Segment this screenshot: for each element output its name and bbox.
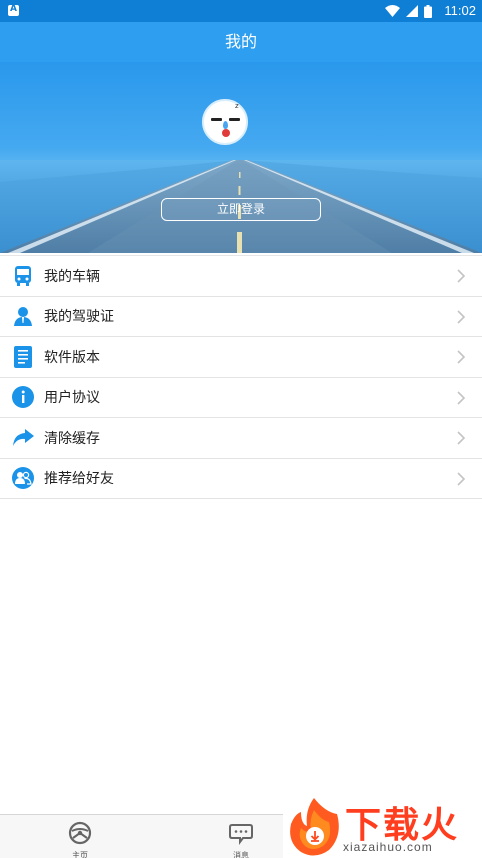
title-bar: 我的 bbox=[0, 22, 482, 62]
avatar-tear bbox=[223, 121, 228, 129]
tab-label: 主页 bbox=[72, 851, 88, 858]
avatar-eye-left bbox=[211, 118, 222, 121]
avatar-mouth bbox=[222, 129, 230, 137]
watermark: 下载火 xiazaihuo.com bbox=[283, 796, 482, 858]
signal-icon bbox=[406, 5, 418, 17]
menu-item-label: 我的车辆 bbox=[44, 268, 100, 285]
menu-item-my-license[interactable]: 我的驾驶证 bbox=[0, 297, 482, 337]
status-bar: 11:02 bbox=[0, 0, 482, 22]
user-license-icon bbox=[12, 305, 34, 327]
menu-item-my-vehicles[interactable]: 我的车辆 bbox=[0, 256, 482, 297]
menu-item-label: 推荐给好友 bbox=[44, 471, 114, 488]
login-button[interactable]: 立即登录 bbox=[161, 198, 321, 221]
menu-item-label: 软件版本 bbox=[44, 349, 100, 366]
settings-menu: 我的车辆 我的驾驶证 软件版本 用户协议 清除缓存 推荐给好友 bbox=[0, 255, 482, 499]
watermark-url: xiazaihuo.com bbox=[343, 840, 433, 854]
menu-item-label: 用户协议 bbox=[44, 390, 100, 407]
profile-banner: z 立即登录 bbox=[0, 62, 482, 253]
menu-item-clear-cache[interactable]: 清除缓存 bbox=[0, 418, 482, 459]
chevron-right-icon bbox=[457, 309, 466, 324]
menu-item-label: 我的驾驶证 bbox=[44, 309, 114, 326]
message-icon bbox=[229, 824, 253, 845]
menu-item-software-version[interactable]: 软件版本 bbox=[0, 337, 482, 378]
chevron-right-icon bbox=[457, 350, 466, 364]
page-title: 我的 bbox=[224, 32, 257, 51]
avatar-eye-right bbox=[229, 118, 240, 121]
menu-item-label: 清除缓存 bbox=[44, 430, 100, 447]
document-icon bbox=[12, 345, 34, 368]
menu-item-user-agreement[interactable]: 用户协议 bbox=[0, 378, 482, 418]
status-icons bbox=[385, 4, 432, 18]
chevron-right-icon bbox=[457, 471, 466, 486]
tab-home[interactable]: 主页 bbox=[40, 815, 120, 858]
wifi-icon bbox=[385, 5, 400, 17]
chevron-right-icon bbox=[457, 431, 466, 445]
clock: 11:02 bbox=[444, 3, 476, 18]
tab-messages[interactable]: 消息 bbox=[201, 815, 281, 858]
flame-logo-icon bbox=[290, 798, 339, 856]
friends-icon bbox=[12, 467, 34, 490]
info-icon bbox=[12, 386, 34, 409]
battery-icon bbox=[424, 4, 432, 18]
app-notification-icon bbox=[8, 4, 19, 16]
chevron-right-icon bbox=[457, 269, 466, 283]
chevron-right-icon bbox=[457, 390, 466, 405]
tab-label: 消息 bbox=[233, 851, 249, 858]
bus-icon bbox=[12, 265, 34, 287]
steering-wheel-icon bbox=[68, 821, 92, 845]
road-background-image bbox=[0, 160, 482, 253]
avatar-sleep-mark: z bbox=[235, 102, 239, 110]
avatar[interactable]: z bbox=[202, 99, 248, 145]
menu-item-recommend-friends[interactable]: 推荐给好友 bbox=[0, 459, 482, 499]
share-arrow-icon bbox=[12, 427, 34, 449]
